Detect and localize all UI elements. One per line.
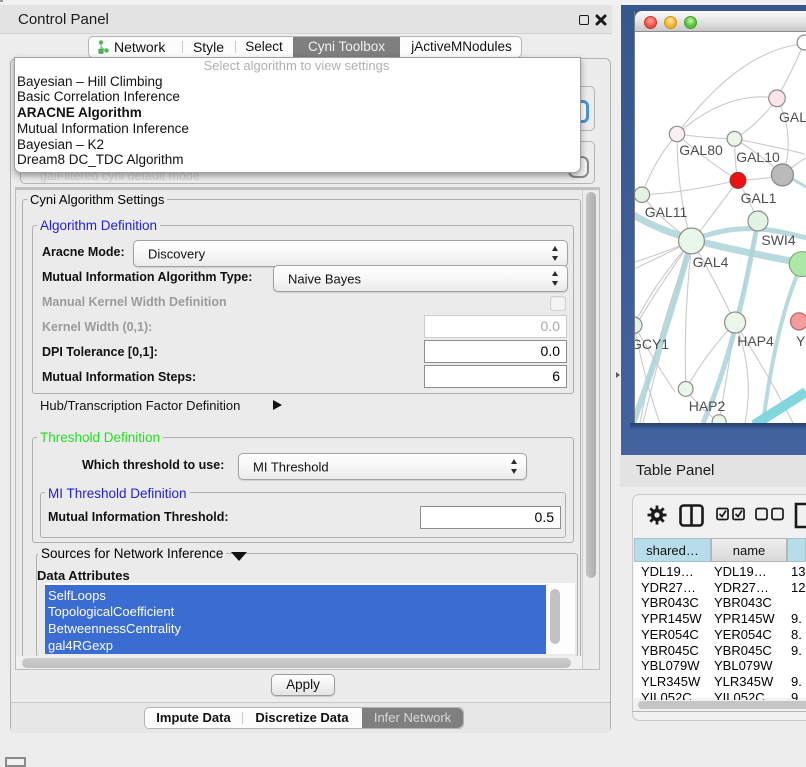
svg-text:GCY1: GCY1 xyxy=(635,336,669,352)
svg-text:YM: YM xyxy=(796,333,806,349)
svg-text:GAL10: GAL10 xyxy=(736,149,780,165)
svg-text:GAL4: GAL4 xyxy=(693,254,729,270)
svg-text:SWI4: SWI4 xyxy=(761,232,795,248)
svg-text:GAL1: GAL1 xyxy=(741,190,777,206)
svg-text:HAP2: HAP2 xyxy=(689,398,726,414)
svg-text:HAP4: HAP4 xyxy=(737,333,774,349)
svg-text:GAL11: GAL11 xyxy=(645,204,688,220)
svg-text:GAL80: GAL80 xyxy=(679,142,723,158)
svg-text:GAL7: GAL7 xyxy=(779,109,806,125)
